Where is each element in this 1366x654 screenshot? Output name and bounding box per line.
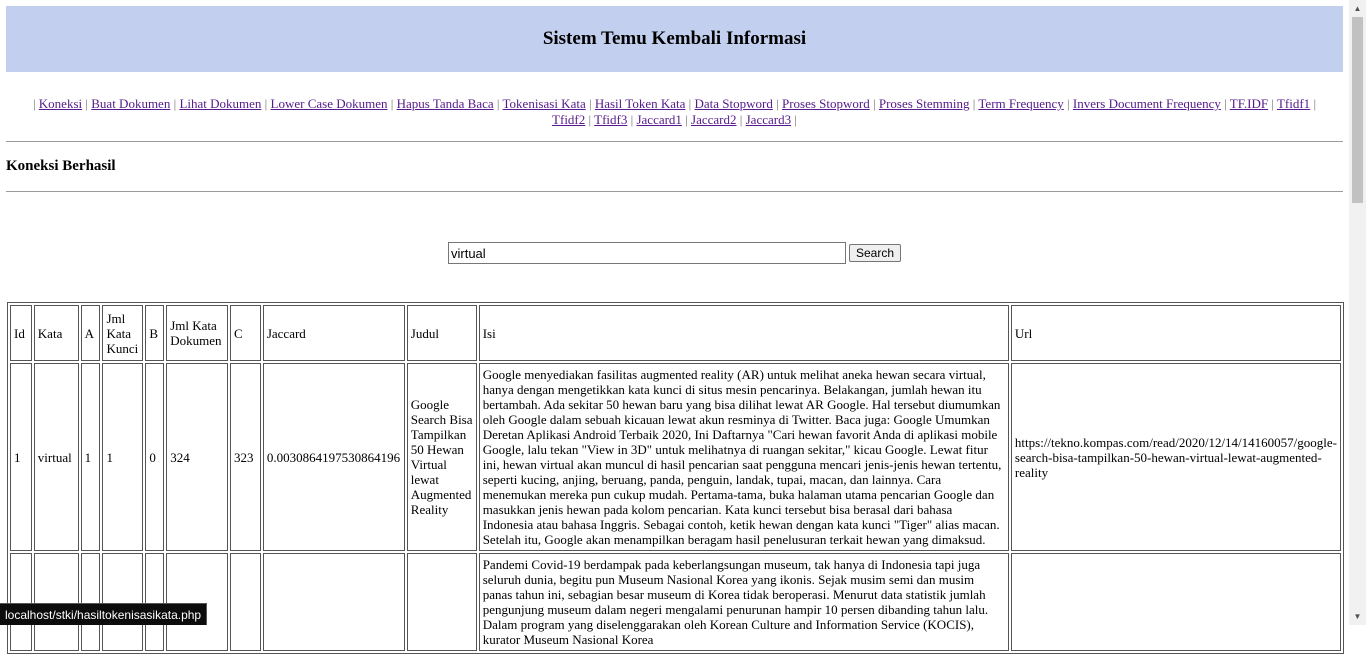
nav-separator: | <box>390 96 394 111</box>
nav-separator: | <box>685 112 688 127</box>
cell-id <box>10 553 32 651</box>
search-button[interactable]: Search <box>848 244 902 262</box>
nav-link-tfidf2[interactable]: Tfidf2 <box>552 112 585 127</box>
nav-separator: | <box>739 112 743 127</box>
connection-status: Koneksi Berhasil <box>6 158 116 174</box>
nav-link-proses-stemming[interactable]: Proses Stemming <box>879 96 970 111</box>
cell-c <box>230 553 261 651</box>
col-header-jaccard: Jaccard <box>262 305 405 361</box>
table-row: 1 virtual 1 1 0 324 323 0.00308641975308… <box>10 363 1341 551</box>
nav-separator: | <box>588 112 592 127</box>
table-row: Pandemi Covid-19 berdampak pada keberlan… <box>10 553 1341 651</box>
col-header-jml-kata-kunci: Jml Kata Kunci <box>102 305 144 361</box>
nav-separator: | <box>32 96 36 111</box>
nav-link-data-stopword[interactable]: Data Stopword <box>695 96 773 111</box>
results-table: Id Kata A Jml Kata Kunci B Jml Kata Doku… <box>7 302 1344 654</box>
nav-link-tfidf1[interactable]: Tfidf1 <box>1277 96 1310 111</box>
scrollbar-thumb[interactable] <box>1352 17 1363 203</box>
col-header-judul: Judul <box>406 305 477 361</box>
cell-jaccard <box>262 553 405 651</box>
nav-link-buat-dokumen[interactable]: Buat Dokumen <box>91 96 170 111</box>
nav-link-hapus-tanda-baca[interactable]: Hapus Tanda Baca <box>397 96 494 111</box>
cell-url: https://tekno.kompas.com/read/2020/12/14… <box>1010 363 1341 551</box>
nav-separator: | <box>688 96 692 111</box>
cell-kata <box>33 553 79 651</box>
cell-a: 1 <box>80 363 101 551</box>
cell-c: 323 <box>230 363 261 551</box>
divider <box>6 141 1343 142</box>
cell-judul: Google Search Bisa Tampilkan 50 Hewan Vi… <box>406 363 477 551</box>
nav-separator: | <box>1224 96 1227 111</box>
cell-jml-kata-kunci <box>102 553 144 651</box>
nav-link-lower-case-dokumen[interactable]: Lower Case Dokumen <box>271 96 388 111</box>
col-header-b: B <box>145 305 165 361</box>
nav-link-hasil-token-kata[interactable]: Hasil Token Kata <box>595 96 686 111</box>
nav-separator: | <box>776 96 779 111</box>
page-title: Sistem Temu Kembali Informasi <box>542 28 807 49</box>
nav-separator: | <box>264 96 268 111</box>
nav-link-jaccard2[interactable]: Jaccard2 <box>691 112 736 127</box>
cell-isi: Google menyediakan fasilitas augmented r… <box>478 363 1009 551</box>
cell-jml-kata-dokumen <box>166 553 229 651</box>
col-header-c: C <box>230 305 261 361</box>
header-banner: Sistem Temu Kembali Informasi <box>6 6 1343 72</box>
nav-menu: | Koneksi | Buat Dokumen | Lihat Dokumen… <box>6 96 1343 128</box>
search-input[interactable] <box>447 242 846 264</box>
nav-separator: | <box>496 96 500 111</box>
nav-separator: | <box>1067 96 1070 111</box>
col-header-kata: Kata <box>33 305 79 361</box>
cell-b <box>145 553 165 651</box>
table-header-row: Id Kata A Jml Kata Kunci B Jml Kata Doku… <box>10 305 1341 361</box>
nav-link-tokenisasi-kata[interactable]: Tokenisasi Kata <box>503 96 586 111</box>
cell-jml-kata-kunci: 1 <box>102 363 144 551</box>
col-header-url: Url <box>1010 305 1341 361</box>
nav-separator: | <box>873 96 876 111</box>
col-header-a: A <box>80 305 101 361</box>
nav-link-koneksi[interactable]: Koneksi <box>39 96 82 111</box>
nav-link-invers-document-frequency[interactable]: Invers Document Frequency <box>1073 96 1221 111</box>
col-header-isi: Isi <box>478 305 1009 361</box>
nav-separator: | <box>588 96 592 111</box>
cell-judul <box>406 553 477 651</box>
col-header-id: Id <box>10 305 32 361</box>
status-url: localhost/stki/hasiltokenisasikata.php <box>5 607 202 622</box>
cell-id: 1 <box>10 363 32 551</box>
page: Sistem Temu Kembali Informasi | Koneksi … <box>6 6 1344 654</box>
nav-link-jaccard3[interactable]: Jaccard3 <box>746 112 791 127</box>
nav-separator: | <box>1313 96 1317 111</box>
nav-link-proses-stopword[interactable]: Proses Stopword <box>782 96 870 111</box>
nav-link-tf-idf[interactable]: TF.IDF <box>1230 96 1268 111</box>
divider <box>6 191 1343 192</box>
cell-a <box>80 553 101 651</box>
nav-separator: | <box>630 112 634 127</box>
browser-status-bar: localhost/stki/hasiltokenisasikata.php <box>0 603 208 625</box>
nav-separator: | <box>972 96 976 111</box>
vertical-scrollbar[interactable]: ▲ ▼ <box>1349 0 1366 625</box>
nav-link-lihat-dokumen[interactable]: Lihat Dokumen <box>179 96 261 111</box>
nav-link-term-frequency[interactable]: Term Frequency <box>978 96 1063 111</box>
cell-b: 0 <box>145 363 165 551</box>
nav-link-jaccard1[interactable]: Jaccard1 <box>636 112 681 127</box>
cell-url <box>1010 553 1341 651</box>
nav-separator: | <box>85 96 88 111</box>
search-form: Search <box>6 242 1343 264</box>
nav-separator: | <box>794 112 797 127</box>
col-header-jml-kata-dokumen: Jml Kata Dokumen <box>166 305 229 361</box>
nav-link-tfidf3[interactable]: Tfidf3 <box>594 112 627 127</box>
scroll-up-icon[interactable]: ▲ <box>1349 0 1366 17</box>
cell-jaccard: 0.0030864197530864196 <box>262 363 405 551</box>
nav-separator: | <box>173 96 177 111</box>
cell-isi: Pandemi Covid-19 berdampak pada keberlan… <box>478 553 1009 651</box>
cell-kata: virtual <box>33 363 79 551</box>
cell-jml-kata-dokumen: 324 <box>166 363 229 551</box>
scroll-down-icon[interactable]: ▼ <box>1349 608 1366 625</box>
nav-separator: | <box>1271 96 1274 111</box>
